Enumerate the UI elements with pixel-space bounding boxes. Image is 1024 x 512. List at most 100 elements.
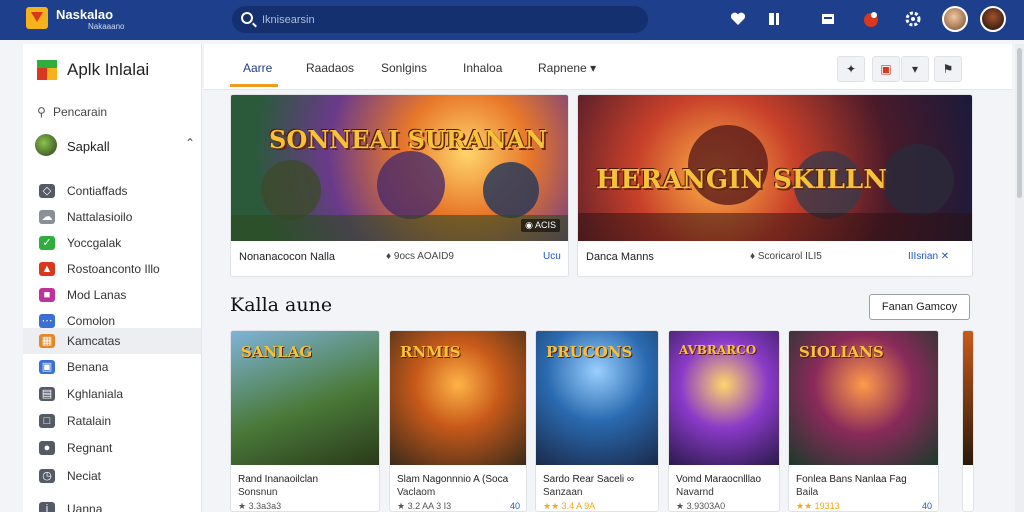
- notification-icon[interactable]: [862, 10, 880, 28]
- card-rating: ★ 3.3a3a3: [238, 501, 282, 511]
- feature-meta: ♦ 9ocs AOAID9: [386, 251, 454, 262]
- search-icon: [241, 12, 253, 24]
- brand-subtitle: Nakaaano: [88, 22, 125, 31]
- card-price: 40: [921, 501, 932, 511]
- card-art: AVBRARCO: [669, 331, 779, 465]
- card-subtitle: Navarnd: [676, 487, 714, 498]
- chevron-up-icon[interactable]: ⌃: [185, 136, 195, 150]
- grid-icon: ▦: [39, 334, 55, 348]
- mod-icon: ■: [39, 288, 55, 302]
- tab-3[interactable]: Inhaloa: [463, 61, 502, 75]
- card-title: Sardo Rear Saceli ∞: [543, 474, 635, 485]
- rating-stars: ★★ 3.4 A 9A: [543, 501, 596, 511]
- card-art-title: PRUCONS: [546, 343, 633, 361]
- sidebar-item-label: Ratalain: [67, 414, 112, 428]
- info-icon: i: [39, 502, 55, 512]
- search-bar[interactable]: [232, 6, 648, 33]
- record-icon: ▣: [880, 62, 892, 76]
- card-rating: ★ 3.2 AA 3 I3: [397, 501, 452, 511]
- card-title: Fonlea Bans Nanlaa Fag: [796, 474, 907, 485]
- store-icon[interactable]: [819, 10, 837, 28]
- image-icon: ▣: [39, 360, 55, 374]
- feature-tag[interactable]: Ucu: [543, 251, 561, 262]
- search-input[interactable]: [262, 11, 632, 28]
- sidebar-item-0[interactable]: ◇ Contiaffads: [23, 178, 201, 204]
- feature-card-1[interactable]: HERANGIN SKILLN Danca Manns ♦ Scoricarol…: [577, 94, 973, 277]
- sidebar-item-9[interactable]: □ Ratalain: [23, 408, 201, 434]
- sidebar-item-label: Rostoanconto Illo: [67, 262, 160, 276]
- brand-name[interactable]: Naskalao: [56, 8, 113, 21]
- sidebar-item-label: Nattalasioilo: [67, 210, 133, 224]
- feature-art-title: SONNEAI SURANAN: [269, 125, 547, 154]
- sidebar-item-4[interactable]: ■ Mod Lanas: [23, 282, 201, 308]
- sidebar-item-label: Yoccgalak: [67, 236, 122, 250]
- card-rating: ★★ 3.4 A 9A: [543, 501, 596, 511]
- sidebar-item-10[interactable]: ● Regnant: [23, 435, 201, 461]
- page-scrollbar[interactable]: [1015, 44, 1024, 512]
- sidebar-item-8[interactable]: ▤ Kghlaniala: [23, 381, 201, 407]
- card-subtitle: Sanzaan: [543, 487, 583, 498]
- card-art: RNMIS: [390, 331, 526, 465]
- card-subtitle: Vaclaom: [397, 487, 436, 498]
- sidebar: Aplk Inlalai ⚲ Pencarain Sapkall ⌃ ◇ Conti…: [23, 44, 202, 512]
- game-card-0[interactable]: SANLAG Rand Inanaoilclan Sonsnun ★ 3.3a3…: [230, 330, 380, 512]
- card-art: [963, 331, 973, 465]
- chevron-down-icon: ▾: [911, 62, 919, 76]
- avatar[interactable]: [980, 6, 1006, 32]
- sidebar-item-7[interactable]: ▣ Benana: [23, 354, 201, 380]
- app-logo-icon[interactable]: [26, 7, 48, 29]
- pin-icon: ✦: [845, 62, 857, 76]
- card-art-title: RNMIS: [400, 343, 461, 361]
- sidebar-item-2[interactable]: ✓ Yoccgalak: [23, 230, 201, 256]
- record-button[interactable]: ▣: [872, 56, 900, 82]
- tab-2[interactable]: Sonlgins: [381, 61, 427, 75]
- game-card-2[interactable]: PRUCONS Sardo Rear Saceli ∞ Sanzaan ★★ 3…: [535, 330, 659, 512]
- heart-icon[interactable]: [729, 10, 747, 28]
- avatar: [35, 134, 57, 156]
- sidebar-item-1[interactable]: ☁ Nattalasioilo: [23, 204, 201, 230]
- tab-4[interactable]: Rapnene ▾: [538, 61, 596, 75]
- sidebar-item-3[interactable]: ▲ Rostoanconto Illo: [23, 256, 201, 282]
- sidebar-item-12[interactable]: i Uanna: [23, 496, 201, 512]
- card-rating: ★★ 19313: [796, 501, 840, 511]
- feature-tag[interactable]: IIIsrian ✕: [908, 251, 949, 262]
- active-tab-indicator: [230, 84, 278, 87]
- sidebar-search-label: Pencarain: [53, 105, 108, 119]
- gear-icon[interactable]: [904, 10, 922, 28]
- card-subtitle: Sonsnun: [238, 487, 278, 498]
- section-button[interactable]: Fanan Gamcoy: [869, 294, 970, 320]
- pin-button[interactable]: ✦: [837, 56, 865, 82]
- tab-0[interactable]: Aarre: [243, 61, 272, 75]
- bookmark-icon[interactable]: [765, 10, 783, 28]
- avatar[interactable]: [942, 6, 968, 32]
- cloud-icon: ☁: [39, 210, 55, 224]
- card-title: Vomd Maraocnlllao: [676, 474, 762, 485]
- card-art: SANLAG: [231, 331, 379, 465]
- sidebar-item-label: Mod Lanas: [67, 288, 127, 302]
- tab-1[interactable]: Raadaos: [306, 61, 354, 75]
- game-card-4[interactable]: SIOLIANS Fonlea Bans Nanlaa Fag Baila ★★…: [788, 330, 939, 512]
- feature-card-0[interactable]: SONNEAI SURANAN ◉ ACIS Nonanacocon Nalla…: [230, 94, 569, 277]
- search-icon: ⚲: [37, 105, 46, 119]
- feature-badge: ◉ ACIS: [521, 219, 560, 232]
- sidebar-user[interactable]: Sapkall ⌃: [35, 134, 195, 158]
- sidebar-search[interactable]: ⚲ Pencarain: [37, 105, 107, 119]
- game-card-1[interactable]: RNMIS Slam Nagonnnio A (Soca Vaclaom ★ 3…: [389, 330, 527, 512]
- sidebar-item-label: Kghlaniala: [67, 387, 124, 401]
- flag-button[interactable]: ⚑: [934, 56, 962, 82]
- sidebar-item-label: Comolon: [67, 314, 116, 328]
- card-title: Slam Nagonnnio A (Soca: [397, 474, 509, 485]
- scrollbar-thumb[interactable]: [1017, 48, 1022, 198]
- sidebar-item-6[interactable]: ▦ Kamcatas: [23, 328, 201, 354]
- flag-icon: ⚑: [942, 62, 954, 76]
- card-art: SIOLIANS: [789, 331, 938, 465]
- check-icon: ✓: [39, 236, 55, 250]
- card-price: 40: [509, 501, 520, 511]
- sidebar-user-label: Sapkall: [67, 139, 110, 154]
- game-card-partial[interactable]: [962, 330, 974, 512]
- dropdown-button[interactable]: ▾: [901, 56, 929, 82]
- sidebar-item-11[interactable]: ◷ Neciat: [23, 463, 201, 489]
- card-art: PRUCONS: [536, 331, 658, 465]
- game-card-3[interactable]: AVBRARCO Vomd Maraocnlllao Navarnd ★ 3.9…: [668, 330, 780, 512]
- sidebar-title: Aplk Inlalai: [67, 60, 150, 79]
